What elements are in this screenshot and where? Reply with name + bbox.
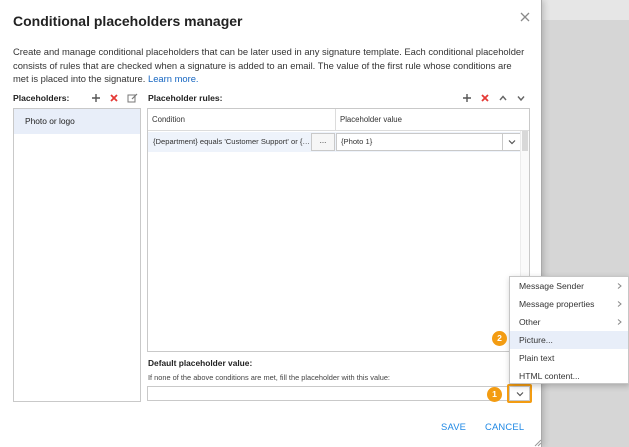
resize-grip-icon[interactable]: [532, 434, 542, 447]
menu-item-message-sender[interactable]: Message Sender: [510, 277, 628, 295]
step-badge-2: 2: [492, 331, 507, 346]
default-value-input[interactable]: [147, 386, 509, 401]
value-column-header: Placeholder value: [340, 115, 402, 124]
edit-conditions-button[interactable]: ...: [311, 133, 335, 151]
menu-item-label: Message Sender: [519, 281, 584, 291]
placeholder-value-text: {Photo 1}: [341, 137, 373, 146]
table-row[interactable]: {Department} equals 'Customer Support' o…: [148, 132, 521, 152]
move-rule-up-icon[interactable]: [497, 92, 509, 104]
default-value-hint: If none of the above conditions are met,…: [148, 373, 390, 382]
chevron-right-icon: [617, 319, 622, 325]
menu-item-plain-text[interactable]: Plain text: [510, 349, 628, 367]
rules-header: Condition Placeholder value: [148, 109, 529, 131]
menu-item-label: HTML content...: [519, 371, 580, 381]
dialog-title: Conditional placeholders manager: [13, 13, 243, 29]
condition-text: {Department} equals 'Customer Support' o…: [153, 137, 311, 146]
chevron-right-icon: [617, 301, 622, 307]
menu-item-label: Other: [519, 317, 541, 327]
rules-table: Condition Placeholder value {Department}…: [147, 108, 530, 352]
chevron-down-icon[interactable]: [502, 134, 520, 150]
menu-item-message-properties[interactable]: Message properties: [510, 295, 628, 313]
cancel-button[interactable]: CANCEL: [485, 421, 524, 432]
menu-item-html-content[interactable]: HTML content...: [510, 367, 628, 385]
scrollbar-thumb[interactable]: [522, 131, 528, 151]
dialog-description: Create and manage conditional placeholde…: [13, 45, 529, 86]
background-window-toolbar: [540, 0, 629, 20]
placeholder-rules-label: Placeholder rules:: [148, 93, 223, 103]
menu-item-label: Picture...: [519, 335, 553, 345]
placeholders-label: Placeholders:: [13, 93, 70, 103]
add-placeholder-icon[interactable]: [90, 92, 102, 104]
default-value-label: Default placeholder value:: [148, 358, 253, 368]
learn-more-link[interactable]: Learn more.: [148, 73, 199, 84]
placeholder-item[interactable]: Photo or logo: [14, 109, 140, 134]
move-rule-down-icon[interactable]: [515, 92, 527, 104]
placeholder-value-select[interactable]: {Photo 1}: [336, 133, 521, 151]
condition-column-header: Condition: [148, 109, 336, 130]
delete-placeholder-icon[interactable]: [108, 92, 120, 104]
insert-value-menu: Message Sender Message properties Other …: [509, 276, 629, 384]
chevron-right-icon: [617, 283, 622, 289]
close-icon[interactable]: [517, 9, 533, 25]
placeholders-list: Photo or logo: [13, 108, 141, 402]
description-text: Create and manage conditional placeholde…: [13, 46, 525, 84]
menu-item-label: Message properties: [519, 299, 595, 309]
menu-item-label: Plain text: [519, 353, 555, 363]
step-badge-1: 1: [487, 387, 502, 402]
menu-item-other[interactable]: Other: [510, 313, 628, 331]
dropdown-highlight: [507, 384, 532, 403]
save-button[interactable]: SAVE: [441, 421, 466, 432]
menu-item-picture[interactable]: Picture...: [510, 331, 628, 349]
add-rule-icon[interactable]: [461, 92, 473, 104]
delete-rule-icon[interactable]: [479, 92, 491, 104]
conditional-placeholders-dialog: Conditional placeholders manager Create …: [0, 0, 542, 447]
rename-placeholder-icon[interactable]: [126, 92, 138, 104]
